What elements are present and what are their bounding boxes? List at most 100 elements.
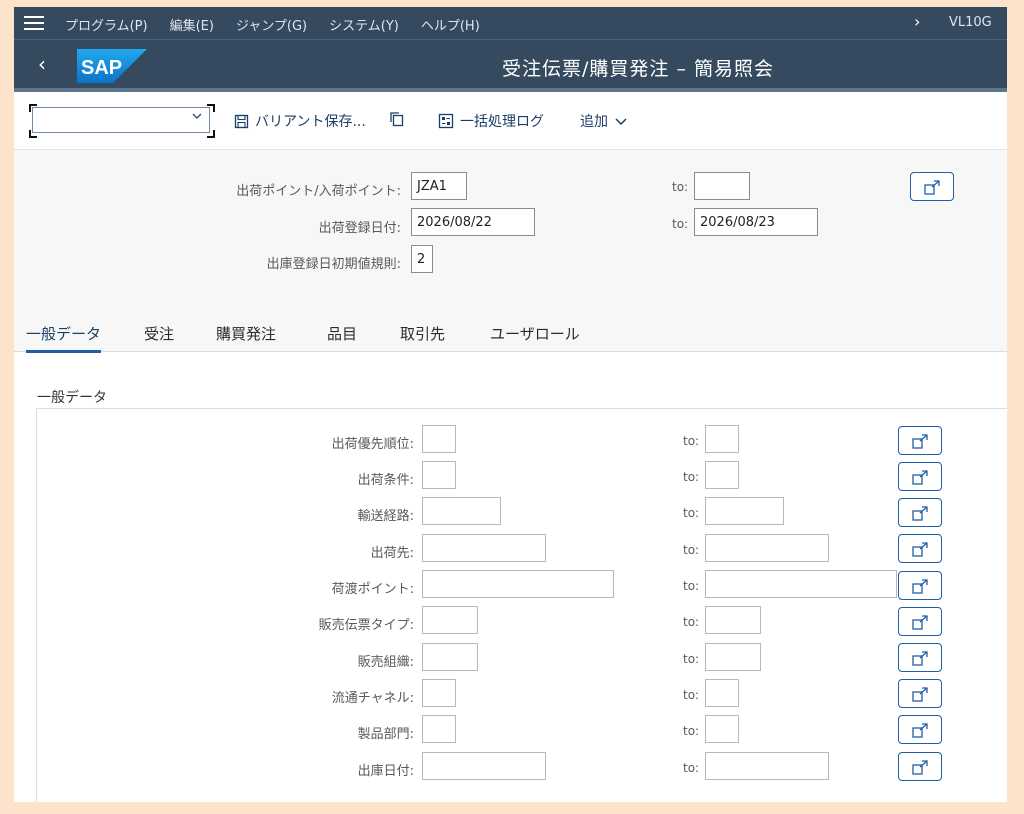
to-label: to: [683,506,700,520]
menu-system[interactable]: システム(Y) [329,15,399,34]
multiple-selection-button[interactable] [898,679,942,708]
shipping-point-label: 出荷ポイント/入荷ポイント: [236,184,401,199]
tab-strip: 一般データ 受注 購買発注 品目 取引先 ユーザロール [14,313,1007,353]
menu-goto[interactable]: ジャンプ(G) [236,15,307,34]
menu-help[interactable]: ヘルプ(H) [421,15,480,34]
multiple-selection-icon [924,180,940,195]
sales-org-from-input[interactable] [422,643,478,671]
to-label: to: [683,434,700,448]
more-label: 追加 [580,114,608,130]
goods-issue-date-to-input[interactable] [705,752,829,780]
default-rule-label: 出庫登録日初期値規則: [266,257,401,272]
to-label: to: [683,615,700,629]
multiple-selection-icon [912,542,928,557]
save-variant-label: バリアント保存... [255,114,366,130]
default-rule-input[interactable]: 2 [411,245,433,273]
delivery-date-to-input[interactable]: 2026/08/23 [694,208,818,236]
focus-corner [207,104,215,112]
shipping-point-from-input[interactable]: JZA1 [411,172,467,200]
chevron-down-icon [615,118,627,126]
batch-log-button[interactable]: 一括処理ログ [438,111,544,131]
title-bar-stripe [14,88,1007,92]
copy-icon [390,112,404,127]
tab-partner[interactable]: 取引先 [400,323,445,344]
shipping-point-to-input[interactable] [694,172,750,200]
tab-user-role[interactable]: ユーザロール [490,323,580,344]
sap-window: プログラム(P) 編集(E) ジャンプ(G) システム(Y) ヘルプ(H) › … [14,7,1007,802]
multiple-selection-icon [912,615,928,630]
tab-material[interactable]: 品目 [327,323,357,344]
multiple-selection-button[interactable] [898,643,942,672]
chevron-right-icon[interactable]: › [914,12,920,31]
ship-to-to-input[interactable] [705,534,829,562]
copy-button[interactable] [389,111,411,127]
hamburger-menu-icon[interactable] [24,16,44,30]
sales-doc-type-from-input[interactable] [422,606,478,634]
multiple-selection-icon [912,651,928,666]
field-label: 流通チャネル: [331,691,414,706]
field-label: 出荷条件: [357,473,414,488]
multiple-selection-icon [912,434,928,449]
menu-program[interactable]: プログラム(P) [65,15,148,34]
distribution-channel-to-input[interactable] [705,679,739,707]
field-label: 製品部門: [357,727,414,742]
delivery-date-label: 出荷登録日付: [318,221,401,236]
multiple-selection-button[interactable] [898,607,942,636]
multiple-selection-icon [912,506,928,521]
tab-purchase-order[interactable]: 購買発注 [216,323,276,344]
focus-corner [29,130,37,138]
to-label: to: [683,724,700,738]
shipping-priority-from-input[interactable] [422,425,456,453]
goods-issue-date-from-input[interactable] [422,752,546,780]
to-label: to: [683,470,700,484]
variant-select[interactable] [32,107,210,133]
to-label: to: [672,217,689,231]
tab-general-data[interactable]: 一般データ [26,323,102,353]
field-label: 出荷先: [370,546,414,561]
route-to-input[interactable] [705,497,784,525]
focus-corner [207,130,215,138]
more-menu-button[interactable]: 追加 [580,111,634,131]
route-from-input[interactable] [422,497,501,525]
menu-list: プログラム(P) 編集(E) ジャンプ(G) システム(Y) ヘルプ(H) [65,15,502,34]
multiple-selection-icon [912,723,928,738]
field-label: 販売伝票タイプ: [318,618,414,633]
unloading-point-to-input[interactable] [705,570,897,598]
shipping-condition-from-input[interactable] [422,461,456,489]
multiple-selection-icon [912,687,928,702]
division-to-input[interactable] [705,715,739,743]
multiple-selection-button[interactable] [898,571,942,600]
multiple-selection-button[interactable] [910,172,954,201]
field-label: 輸送経路: [357,509,414,524]
field-label: 荷渡ポイント: [331,582,414,597]
chevron-down-icon [191,110,203,126]
distribution-channel-from-input[interactable] [422,679,456,707]
field-label: 販売組織: [357,655,414,670]
unloading-point-from-input[interactable] [422,570,614,598]
sales-org-to-input[interactable] [705,643,761,671]
multiple-selection-icon [912,470,928,485]
menu-edit[interactable]: 編集(E) [170,15,214,34]
tab-sales-order[interactable]: 受注 [144,323,174,344]
multiple-selection-button[interactable] [898,498,942,527]
multiple-selection-button[interactable] [898,534,942,563]
multiple-selection-button[interactable] [898,715,942,744]
save-variant-button[interactable]: バリアント保存... [234,111,366,131]
shipping-priority-to-input[interactable] [705,425,739,453]
to-label: to: [672,180,689,194]
delivery-date-from-input[interactable]: 2026/08/22 [411,208,535,236]
multiple-selection-button[interactable] [898,462,942,491]
application-toolbar: バリアント保存... 一括処理ログ 追加 [14,95,1007,150]
multiple-selection-button[interactable] [898,426,942,455]
save-icon [234,114,249,128]
to-label: to: [683,688,700,702]
selection-area: 出荷ポイント/入荷ポイント: JZA1 to: 出荷登録日付: 2026/08/… [14,150,1007,313]
to-label: to: [683,652,700,666]
sales-doc-type-to-input[interactable] [705,606,761,634]
division-from-input[interactable] [422,715,456,743]
shipping-condition-to-input[interactable] [705,461,739,489]
multiple-selection-button[interactable] [898,752,942,781]
group-title: 一般データ [37,390,107,406]
to-label: to: [683,761,700,775]
ship-to-from-input[interactable] [422,534,546,562]
